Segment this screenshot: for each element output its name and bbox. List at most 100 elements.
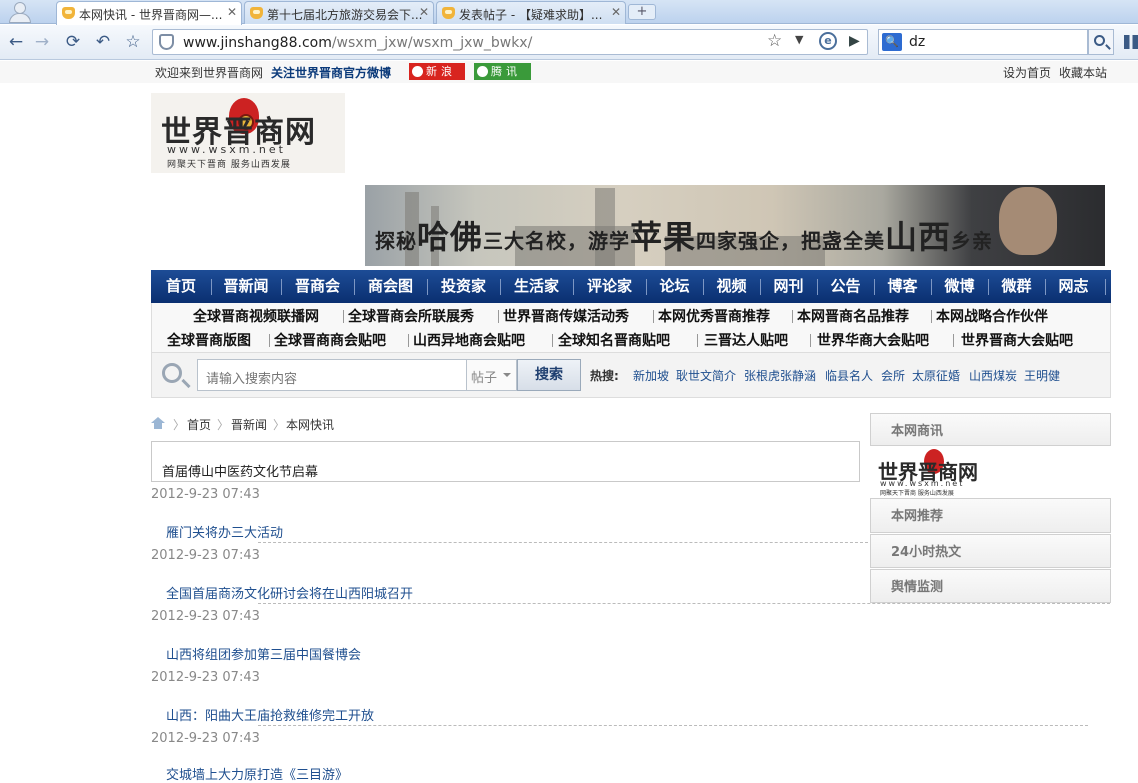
news-date: 2012-9-23 07:43 — [151, 487, 260, 502]
tab-close-icon[interactable]: ✕ — [227, 5, 237, 19]
site-logo[interactable]: 世界晋商网 www.wsxm.net 网聚天下晋商 服务山西发展 — [151, 93, 345, 173]
tab-title: 发表帖子 - 【疑难求助】... — [459, 8, 603, 22]
nav-notice[interactable]: 公告 — [817, 270, 874, 303]
sidebar-section-news[interactable]: 本网商讯 — [870, 413, 1111, 446]
promo-banner[interactable]: 探秘哈佛三大名校，游学苹果四家强企，把盏全美山西乡亲 — [365, 185, 1105, 266]
nav-weibo[interactable]: 微博 — [931, 270, 988, 303]
news-title[interactable]: 山西：阳曲大王庙抢救维修完工开放 — [166, 705, 374, 724]
news-title[interactable]: 首届傅山中医药文化节启幕 — [162, 461, 318, 480]
sidebar-section-recommend[interactable]: 本网推荐 — [870, 498, 1111, 533]
go-arrow-icon[interactable]: ▶ — [849, 33, 860, 49]
nav-investor[interactable]: 投资家 — [427, 270, 500, 303]
security-shield-icon — [159, 34, 174, 50]
site-search-input[interactable] — [197, 359, 467, 391]
search-engine-icon[interactable]: 🔍 — [882, 33, 902, 51]
browser-toolbar: ← → ⟳ ↶ ☆ www.jinshang88.com/wsxm_jxw/ws… — [0, 25, 1138, 60]
set-home-link[interactable]: 设为首页 — [1003, 64, 1051, 81]
nav-jin-chamber[interactable]: 晋商会 — [281, 270, 354, 303]
tencent-weibo-button[interactable]: 腾讯 — [474, 63, 531, 80]
profile-avatar-icon[interactable] — [0, 0, 44, 24]
subnav-link[interactable]: 本网战略合作伙伴 — [936, 306, 1048, 326]
browser-search-input[interactable]: 🔍 dz — [878, 29, 1088, 55]
browser-tab-bar: 本网快讯 - 世界晋商网—... ✕ 第十七届北方旅游交易会下... ✕ 发表帖… — [0, 0, 1138, 25]
subnav-link[interactable]: 全球晋商会所联展秀 — [348, 306, 474, 326]
news-date: 2012-9-23 07:43 — [151, 609, 260, 624]
hot-search-term[interactable]: 会所 — [881, 367, 905, 384]
sidebar-section-monitor[interactable]: 舆情监测 — [870, 569, 1111, 603]
hot-search-term[interactable]: 太原征婚 — [912, 367, 960, 384]
sina-weibo-button[interactable]: 新浪 — [409, 63, 465, 80]
chevron-down-icon — [503, 373, 511, 381]
sidebar-heading: 24小时热文 — [891, 545, 962, 560]
news-title[interactable]: 全国首届商汤文化研讨会将在山西阳城召开 — [166, 583, 413, 602]
reload-icon[interactable]: ⟳ — [62, 31, 84, 53]
apps-grid-icon[interactable] — [1124, 35, 1138, 49]
hot-search-term[interactable]: 山西煤炭 — [969, 367, 1017, 384]
nav-wangzhi[interactable]: 网志 — [1045, 270, 1102, 303]
sub-nav: 全球晋商视频联播网 全球晋商会所联展秀 世界晋商传媒活动秀 本网优秀晋商推荐 本… — [151, 303, 1111, 352]
follow-weibo-link[interactable]: 关注世界晋商官方微博 — [271, 64, 391, 81]
subnav-link[interactable]: 全球晋商版图 — [167, 330, 251, 350]
nav-video[interactable]: 视频 — [703, 270, 760, 303]
browser-search-button[interactable] — [1088, 29, 1114, 55]
subnav-link[interactable]: 全球知名晋商贴吧 — [558, 330, 670, 350]
subnav-link[interactable]: 世界晋商大会贴吧 — [961, 330, 1073, 350]
search-value[interactable]: dz — [909, 34, 925, 50]
subnav-link[interactable]: 全球晋商商会贴吧 — [274, 330, 386, 350]
nav-commentator[interactable]: 评论家 — [573, 270, 646, 303]
compat-mode-icon[interactable]: e — [819, 32, 837, 50]
subnav-link[interactable]: 全球晋商视频联播网 — [193, 306, 319, 326]
chevron-down-icon[interactable]: ▼ — [795, 33, 803, 46]
breadcrumb-home[interactable]: 首页 — [187, 416, 211, 433]
sidebar-logo-slogan: 网聚天下晋商 服务山西发展 — [880, 490, 954, 497]
subnav-link[interactable]: 世界晋商传媒活动秀 — [503, 306, 629, 326]
hot-search-term[interactable]: 临县名人 — [825, 367, 873, 384]
site-search-bar: 帖子 搜索 热搜: 新加坡 耿世文简介 张根虎张静涵 临县名人 会所 太原征婚 … — [151, 352, 1111, 398]
subnav-link[interactable]: 三晋达人贴吧 — [704, 330, 788, 350]
subnav-link[interactable]: 本网优秀晋商推荐 — [658, 306, 770, 326]
nav-weiqun[interactable]: 微群 — [988, 270, 1045, 303]
news-title[interactable]: 雁门关将办三大活动 — [166, 522, 283, 541]
tab-close-icon[interactable]: ✕ — [419, 5, 429, 19]
tab-favicon-icon — [62, 7, 75, 19]
tencent-weibo-icon — [477, 66, 488, 77]
address-bar[interactable]: www.jinshang88.com/wsxm_jxw/wsxm_jxw_bwk… — [152, 29, 868, 55]
news-title[interactable]: 山西将组团参加第三届中国餐博会 — [166, 644, 361, 663]
banner-slogan: 探秘哈佛三大名校，游学苹果四家强企，把盏全美山西乡亲 — [375, 218, 994, 256]
tab-2[interactable]: 第十七届北方旅游交易会下... ✕ — [244, 1, 434, 24]
nav-jin-news[interactable]: 晋新闻 — [211, 270, 281, 303]
tab-3[interactable]: 发表帖子 - 【疑难求助】... ✕ — [436, 1, 626, 24]
nav-magazine[interactable]: 网刊 — [760, 270, 817, 303]
nav-chamber-map[interactable]: 商会图 — [354, 270, 427, 303]
logo-url: www.wsxm.net — [167, 143, 286, 156]
back-arrow-icon[interactable]: ← — [5, 31, 27, 53]
new-tab-button[interactable]: + — [628, 4, 656, 20]
nav-forum[interactable]: 论坛 — [646, 270, 703, 303]
breadcrumb-jin-news[interactable]: 晋新闻 — [231, 416, 267, 433]
sidebar-logo[interactable]: 世界晋商网 www.wsxm.net 网聚天下晋商 服务山西发展 — [871, 446, 1111, 498]
url-text[interactable]: www.jinshang88.com/wsxm_jxw/wsxm_jxw_bwk… — [183, 35, 532, 51]
nav-home[interactable]: 首页 — [151, 270, 211, 303]
forward-arrow-icon[interactable]: → — [31, 31, 53, 53]
nav-blog[interactable]: 博客 — [874, 270, 931, 303]
site-search-button[interactable]: 搜索 — [517, 359, 581, 391]
sidebar-heading: 舆情监测 — [891, 580, 944, 595]
subnav-link[interactable]: 世界华商大会贴吧 — [817, 330, 929, 350]
news-title[interactable]: 交城墙上大力原打造《三目游》 — [166, 764, 348, 783]
bookmark-star-icon[interactable]: ☆ — [122, 31, 144, 53]
nav-lifestyle[interactable]: 生活家 — [500, 270, 573, 303]
tab-close-icon[interactable]: ✕ — [611, 5, 621, 19]
subnav-link[interactable]: 山西异地商会贴吧 — [413, 330, 525, 350]
favorite-star-icon[interactable]: ☆ — [767, 31, 782, 51]
home-icon[interactable] — [151, 417, 165, 429]
undo-close-icon[interactable]: ↶ — [92, 31, 114, 53]
tab-1[interactable]: 本网快讯 - 世界晋商网—... ✕ — [56, 1, 242, 25]
sidebar-section-hot24[interactable]: 24小时热文 — [870, 534, 1111, 568]
hot-search-term[interactable]: 张根虎张静涵 — [744, 367, 816, 384]
hot-search-term[interactable]: 新加坡 — [633, 367, 669, 384]
hot-search-term[interactable]: 王明健 — [1024, 367, 1060, 384]
bookmark-site-link[interactable]: 收藏本站 — [1059, 64, 1107, 81]
hot-search-term[interactable]: 耿世文简介 — [676, 367, 736, 384]
subnav-link[interactable]: 本网晋商名品推荐 — [797, 306, 909, 326]
search-type-select[interactable]: 帖子 — [467, 359, 517, 391]
